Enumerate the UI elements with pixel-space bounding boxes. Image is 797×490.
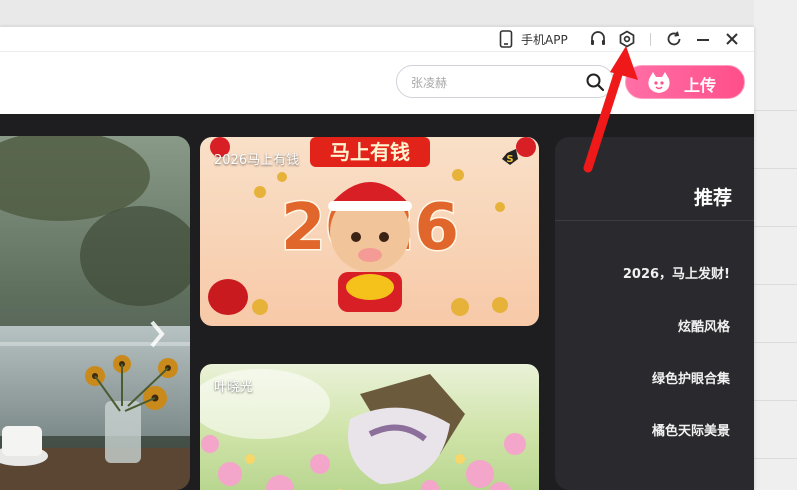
titlebar-separator <box>650 33 651 46</box>
recommend-divider <box>555 220 754 221</box>
title-bar: 手机APP <box>0 27 754 52</box>
mobile-app-label: 手机APP <box>521 32 568 47</box>
card-caption: 叶晓光 <box>214 380 254 395</box>
premium-badge: S <box>506 154 513 165</box>
upload-label: 上传 <box>684 76 717 95</box>
wallpaper-feed: 马上有钱 2026 S 2026马上有钱 <box>0 114 754 490</box>
recommend-item[interactable]: 橘色天际美景 <box>652 420 730 439</box>
search-icon[interactable] <box>585 72 605 92</box>
card-caption: 2026马上有钱 <box>214 153 300 168</box>
recommend-panel: 推荐 2026，马上发财! 炫酷风格 绿色护眼合集 橘色天际美景 <box>555 137 754 490</box>
mascot-icon <box>646 71 672 99</box>
minimize-icon[interactable] <box>695 29 711 49</box>
headset-icon[interactable] <box>589 29 607 49</box>
recommend-title: 推荐 <box>693 187 732 209</box>
mobile-app-link[interactable]: 手机APP <box>499 29 568 49</box>
wallpaper-card-flowers[interactable]: 叶晓光 <box>200 364 539 490</box>
upload-button[interactable]: 上传 <box>625 65 745 99</box>
close-icon[interactable] <box>724 29 740 49</box>
refresh-icon[interactable] <box>665 29 683 49</box>
recommend-item[interactable]: 2026，马上发财! <box>623 263 730 282</box>
recommend-item[interactable]: 炫酷风格 <box>678 316 730 335</box>
recommend-item[interactable]: 绿色护眼合集 <box>652 368 730 387</box>
next-arrow-icon[interactable] <box>142 316 166 352</box>
wallpaper-app-window: 手机APP 上传 <box>0 27 754 490</box>
settings-hex-icon[interactable] <box>618 29 636 49</box>
banner-text: 马上有钱 <box>330 140 410 164</box>
search-box <box>396 65 614 98</box>
wallpaper-card-2026[interactable]: 马上有钱 2026 S 2026马上有钱 <box>200 137 539 326</box>
background-window-strip <box>754 0 797 490</box>
featured-wallpaper-lake[interactable] <box>0 136 190 490</box>
phone-icon <box>499 30 513 48</box>
search-input[interactable] <box>409 72 583 94</box>
